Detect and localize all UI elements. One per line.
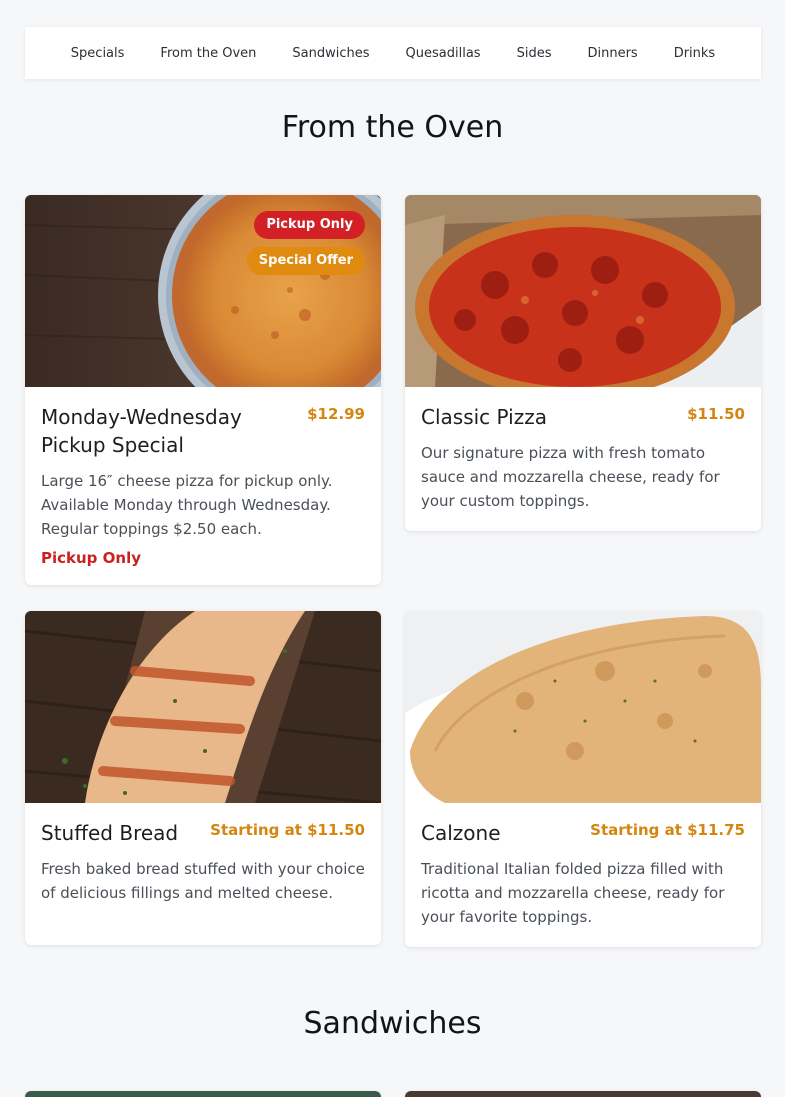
menu-card-calzone[interactable]: Calzone Starting at $11.75 Traditional I… (405, 611, 761, 947)
item-price: Starting at $11.50 (210, 821, 365, 839)
sandwich-1-image (25, 1091, 381, 1097)
calzone-image (405, 611, 761, 803)
item-price: Starting at $11.75 (590, 821, 745, 839)
nav-item-dinners[interactable]: Dinners (569, 46, 655, 61)
menu-card-classic-pizza[interactable]: Classic Pizza $11.50 Our signature pizza… (405, 195, 761, 531)
stuffed-bread-image (25, 611, 381, 803)
badge-pickup-only: Pickup Only (254, 211, 365, 239)
category-nav: Specials From the Oven Sandwiches Quesad… (25, 27, 761, 79)
section-title-from-the-oven: From the Oven (281, 110, 504, 145)
pickup-special-image: Pickup Only Special Offer (25, 195, 381, 387)
item-name: Monday-Wednesday Pickup Special (41, 405, 242, 457)
pickup-only-note: Pickup Only (41, 549, 141, 567)
item-description: Fresh baked bread stuffed with your choi… (41, 860, 365, 902)
nav-item-quesadillas[interactable]: Quesadillas (388, 46, 499, 61)
nav-item-from-the-oven[interactable]: From the Oven (142, 46, 274, 61)
item-name: Stuffed Bread (41, 821, 179, 845)
nav-item-sides[interactable]: Sides (499, 46, 570, 61)
classic-pizza-image (405, 195, 761, 387)
section-title-sandwiches: Sandwiches (303, 1006, 482, 1041)
nav-item-specials[interactable]: Specials (53, 46, 143, 61)
menu-card-sandwich-1[interactable] (25, 1091, 381, 1097)
menu-card-sandwich-2[interactable] (405, 1091, 761, 1097)
item-name: Classic Pizza (421, 405, 547, 429)
sandwich-2-image (405, 1091, 761, 1097)
menu-card-pickup-special[interactable]: Pickup Only Special Offer Monday-Wednesd… (25, 195, 381, 585)
item-price: $12.99 (307, 405, 365, 423)
nav-item-sandwiches[interactable]: Sandwiches (274, 46, 387, 61)
item-description: Our signature pizza with fresh tomato sa… (421, 444, 720, 510)
item-price: $11.50 (687, 405, 745, 423)
item-description: Traditional Italian folded pizza filled … (421, 860, 725, 926)
badge-special-offer: Special Offer (246, 247, 365, 275)
nav-item-drinks[interactable]: Drinks (656, 46, 734, 61)
item-name: Calzone (421, 821, 501, 845)
item-description: Large 16″ cheese pizza for pickup only. … (41, 472, 333, 538)
menu-card-stuffed-bread[interactable]: Stuffed Bread Starting at $11.50 Fresh b… (25, 611, 381, 945)
